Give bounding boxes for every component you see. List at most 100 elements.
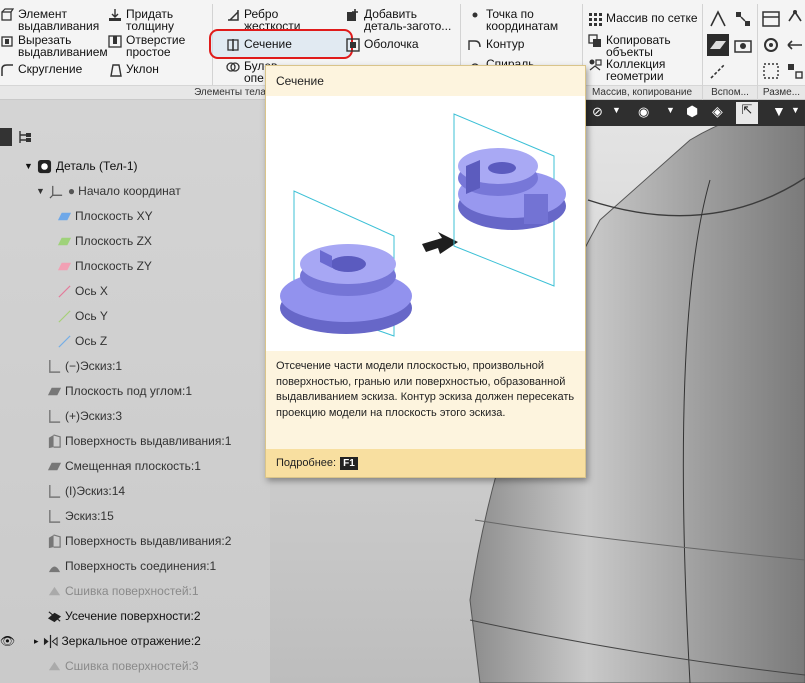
dimension-arrows-icon[interactable] [784, 34, 805, 56]
add-part-blank-button[interactable]: Добавить деталь-загото... [346, 8, 460, 32]
geometry-collection-button[interactable]: Коллекция геометрии [588, 58, 676, 82]
trim-surface-icon [46, 608, 62, 624]
add-thickness-label: Придать толщину [126, 7, 174, 33]
group-label-array-copy: Массив, копирование [582, 85, 702, 99]
tree-item-axis-z[interactable]: Ось Z [56, 332, 107, 350]
tree-item-plane-xy[interactable]: Плоскость XY [56, 207, 153, 225]
tree-item-label: Смещенная плоскость:1 [65, 459, 201, 473]
hide-icon[interactable]: ⊘ [592, 104, 610, 122]
expand-arrow-icon[interactable]: ▸ [34, 636, 39, 647]
tree-item-label: Плоскость ZY [75, 259, 152, 273]
boolean-icon [226, 60, 240, 74]
extrude-icon [0, 8, 14, 22]
auxiliary-plane-icon[interactable] [707, 8, 729, 30]
extrude-cut-label: Вырезать выдавливанием [18, 33, 108, 59]
visibility-icon[interactable]: ◉ [638, 104, 656, 122]
tree-item-axis-x[interactable]: Ось X [56, 282, 108, 300]
select-mode-icon[interactable]: ⇱ [736, 102, 758, 124]
stitch-surfaces-icon [46, 658, 62, 674]
extrude-element-button[interactable]: Элемент выдавливания [0, 8, 102, 32]
hole-icon [108, 34, 122, 48]
rib-icon [226, 8, 240, 22]
tree-item-origin[interactable]: ▼ ● Начало координат [36, 182, 181, 200]
contour-button[interactable]: Контур [468, 38, 524, 52]
tree-item-label: Сшивка поверхностей:1 [65, 584, 199, 598]
tree-item-label: Поверхность соединения:1 [65, 559, 217, 573]
tooltip-illustration [266, 96, 585, 351]
tree-item-plane-zx[interactable]: Плоскость ZX [56, 232, 152, 250]
fillet-button[interactable]: Скругление [0, 63, 82, 77]
tree-item-label: Усечение поверхности:2 [65, 609, 201, 623]
tree-item-offset-plane[interactable]: Смещенная плоскость:1 [46, 457, 201, 475]
tree-item-axis-y[interactable]: Ось Y [56, 307, 108, 325]
tree-item-stitch-surfaces-3[interactable]: Сшивка поверхностей:3 [46, 657, 199, 675]
tree-item-label: Деталь (Тел-1) [55, 159, 138, 173]
tree-structure-icon[interactable] [17, 129, 33, 145]
auxiliary-camera-icon[interactable] [732, 34, 754, 56]
tree-item-label: Зеркальное отражение:2 [61, 634, 201, 648]
grid-array-button[interactable]: Массив по сетке [588, 12, 698, 26]
geometry-collection-icon [588, 58, 602, 72]
tree-item-extrude-surface-1[interactable]: Поверхность выдавливания:1 [46, 432, 231, 450]
tree-item-label: Начало координат [78, 184, 181, 198]
tree-item-plane-zy[interactable]: Плоскость ZY [56, 257, 152, 275]
add-thickness-button[interactable]: Придать толщину [108, 8, 186, 32]
bullet-icon: ● [67, 184, 76, 198]
tooltip-footer: Подробнее: F1 [266, 449, 585, 477]
auxiliary-surface-icon[interactable] [707, 34, 729, 56]
tree-item-label: Ось Z [75, 334, 108, 348]
draft-label: Уклон [126, 62, 159, 76]
auxiliary-line-icon[interactable] [707, 60, 729, 82]
section-button[interactable]: Сечение [226, 38, 292, 52]
chevron-down-icon[interactable]: ▼ [612, 105, 621, 115]
plane-xy-icon [56, 208, 72, 224]
sketch-icon [46, 408, 62, 424]
axis-z-icon [56, 333, 72, 349]
dimension-linear-icon[interactable] [760, 8, 782, 30]
dimension-gear-icon[interactable] [760, 34, 782, 56]
view-cube-icon[interactable]: ◈ [712, 103, 732, 123]
tree-item-label: Ось X [75, 284, 108, 298]
tree-item-sketch-15[interactable]: Эскиз:15 [46, 507, 114, 525]
orientation-icon[interactable]: ⬢ [686, 103, 706, 123]
angled-plane-icon [46, 383, 62, 399]
dimension-grid-icon[interactable] [760, 60, 782, 82]
chevron-down-icon[interactable]: ▼ [666, 105, 675, 115]
extrude-cut-icon [0, 34, 14, 48]
extrude-cut-button[interactable]: Вырезать выдавливанием [0, 34, 108, 58]
tree-item-mirror[interactable]: 👁 ▸ Зеркальное отражение:2 [0, 632, 201, 650]
shell-icon [346, 38, 360, 52]
grid-array-icon [588, 12, 602, 26]
filter-icon[interactable]: ▼ [772, 103, 786, 119]
expand-arrow-icon[interactable]: ▼ [24, 161, 33, 171]
tree-item-join-surface[interactable]: Поверхность соединения:1 [46, 557, 216, 575]
tree-item-label: Ось Y [75, 309, 108, 323]
origin-axes-icon [49, 183, 65, 199]
tree-item-stitch-surfaces-1[interactable]: Сшивка поверхностей:1 [46, 582, 199, 600]
extrude-surface-icon [46, 533, 62, 549]
tree-item-extrude-surface-2[interactable]: Поверхность выдавливания:2 [46, 532, 231, 550]
expand-arrow-icon[interactable]: ▼ [36, 186, 45, 196]
visibility-eye-icon[interactable]: 👁 [0, 634, 15, 648]
dimension-block-icon[interactable] [784, 60, 805, 82]
part-icon [37, 158, 53, 174]
draft-button[interactable]: Уклон [108, 63, 159, 77]
thickness-icon [108, 8, 122, 22]
fillet-label: Скругление [18, 62, 83, 76]
tree-item-trim-surface[interactable]: Усечение поверхности:2 [46, 607, 201, 625]
shell-button[interactable]: Оболочка [346, 38, 419, 52]
tree-item-angled-plane[interactable]: Плоскость под углом:1 [46, 382, 192, 400]
tree-panel-handle[interactable] [0, 128, 12, 146]
dimension-tree-icon[interactable] [784, 8, 805, 30]
tree-item-label: Поверхность выдавливания:2 [65, 534, 232, 548]
tree-item-sketch-1[interactable]: (−)Эскиз:1 [46, 357, 122, 375]
point-by-coords-button[interactable]: Точка по координатам [468, 8, 564, 32]
auxiliary-axis-icon[interactable] [732, 8, 754, 30]
tree-item-sketch-3[interactable]: (+)Эскиз:3 [46, 407, 122, 425]
tree-item-part[interactable]: ▼ Деталь (Тел-1) [24, 157, 138, 175]
group-label-auxiliary: Вспом... [703, 85, 757, 99]
copy-objects-button[interactable]: Копировать объекты [588, 34, 676, 58]
chevron-down-icon[interactable]: ▼ [791, 105, 800, 115]
simple-hole-button[interactable]: Отверстие простое [108, 34, 190, 58]
tree-item-sketch-14[interactable]: (I)Эскиз:14 [46, 482, 125, 500]
